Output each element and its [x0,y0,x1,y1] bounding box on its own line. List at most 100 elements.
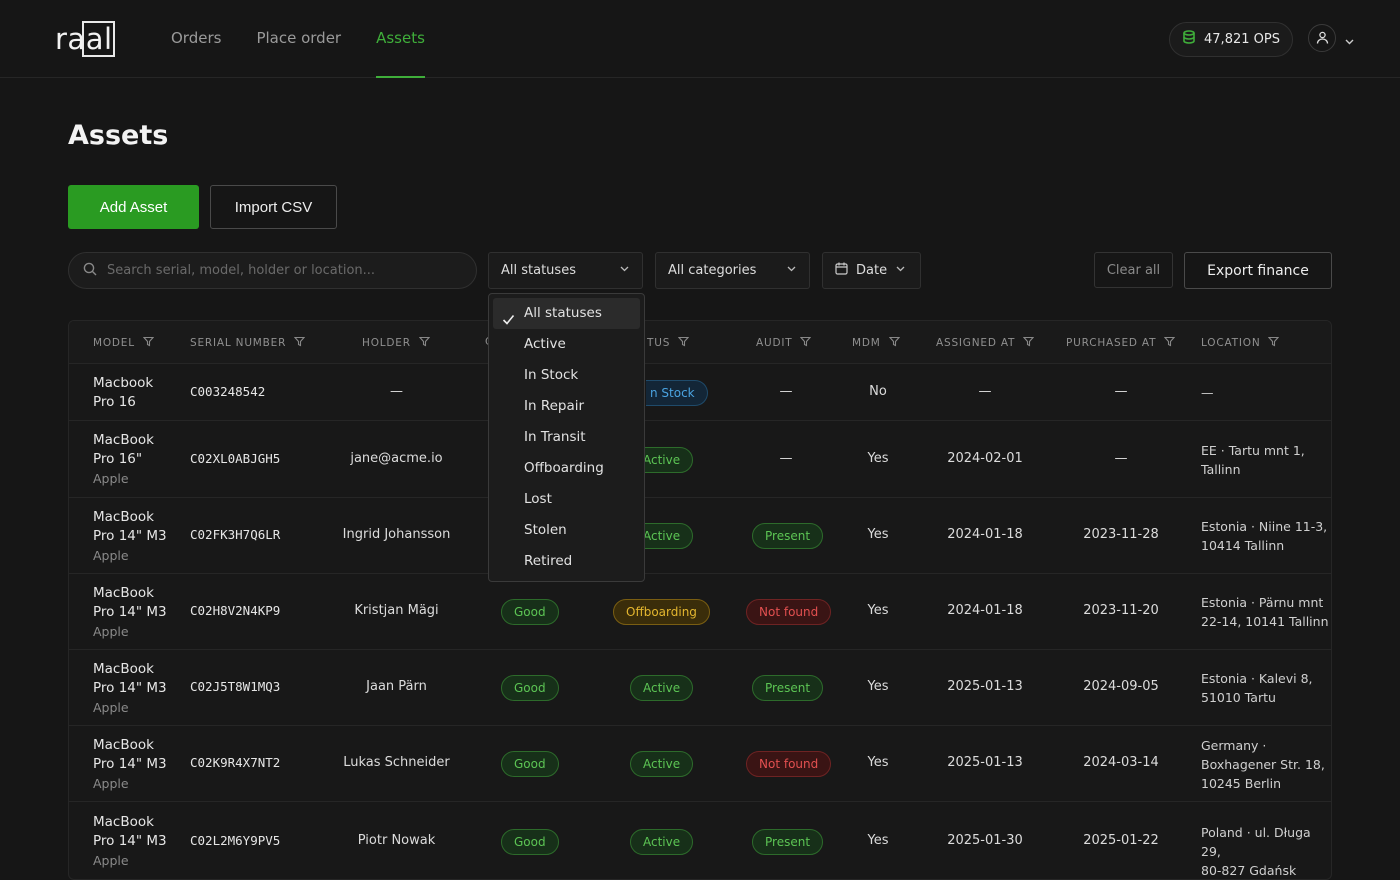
status-option-retired[interactable]: Retired [493,546,640,577]
column-header-label: MDM [852,337,881,349]
filter-icon[interactable] [800,336,812,350]
purchased-at-cell: 2024-09-05 [1083,679,1159,694]
mdm-cell: No [869,383,887,399]
table-row[interactable]: MacBook Pro 16" Apple C02XL0ABJGH5 jane@acme… [69,421,1331,498]
holder-cell: jane@acme.io [350,450,443,466]
model-name-line: MacBook [93,814,154,830]
model-cell: Macbook Pro 16 [93,374,153,412]
filter-icon[interactable] [293,336,306,350]
assigned-at-cell: 2025-01-13 [947,679,1023,694]
brand-label: Apple [93,775,129,791]
assigned-at-cell: — [978,383,992,399]
audit-cell: — [779,383,793,399]
assigned-at-cell: 2024-02-01 [947,450,1023,466]
location-line: Estonia · Pärnu mnt [1201,595,1324,610]
model-name-line: MacBook [93,584,154,601]
status-option-in-stock[interactable]: In Stock [493,360,640,391]
filter-icon[interactable] [677,336,690,350]
filter-icon[interactable] [1023,336,1035,350]
nav-orders[interactable]: Orders [171,0,221,78]
user-icon [1316,29,1329,48]
status-option-in-transit[interactable]: In Transit [493,422,640,453]
location-line: Estonia · Niine 11-3, [1201,519,1328,534]
status-badge: Active [630,828,694,855]
status-badge: Active [630,675,694,701]
model-name-line: Pro 16" [93,451,143,467]
column-header-purchased-at[interactable]: PURCHASED AT [1066,336,1176,350]
nav-assets[interactable]: Assets [376,0,425,78]
user-avatar-button[interactable] [1308,24,1336,52]
table-row[interactable]: MacBook Pro 14" M3 Apple C02FK3H7Q6LR Ingrid… [69,498,1331,574]
filter-icon[interactable] [1164,336,1176,350]
table-row[interactable]: MacBook Pro 14" M3 Apple C02K9R4X7NT2 Lukas … [69,726,1331,802]
column-header-holder[interactable]: HOLDER [362,336,431,350]
search-icon [83,261,97,280]
column-header-model[interactable]: MODEL [93,336,155,350]
nav-place-order[interactable]: Place order [256,0,341,78]
table-row[interactable]: MacBook Pro 14" M3 Apple C02J5T8W1MQ3 Jaan P… [69,650,1331,726]
model-name-line: MacBook [93,432,154,448]
model-name-line: Pro 14" M3 [93,755,167,772]
export-finance-button[interactable]: Export finance [1184,252,1332,289]
table-row[interactable]: MacBook Pro 14" M3 Apple C02H8V2N4KP9 Kristj… [69,574,1331,650]
column-header-serial[interactable]: SERIAL NUMBER [190,336,306,350]
location-line: EE · Tartu mnt 1, [1201,442,1305,458]
model-cell: MacBook Pro 14" M3 Apple [93,736,167,793]
status-option-lost[interactable]: Lost [493,484,640,515]
status-option-stolen[interactable]: Stolen [493,515,640,546]
ops-balance-pill[interactable]: 47,821 OPS [1169,22,1293,57]
location-line: Boxhagener Str. 18, [1201,756,1325,772]
location-cell: — [1201,383,1329,402]
import-csv-button[interactable]: Import CSV [210,185,337,229]
status-option-offboarding[interactable]: Offboarding [493,453,640,484]
status-option-all[interactable]: All statuses [493,298,640,329]
column-header-label: AUDIT [756,337,793,349]
status-filter-select[interactable]: All statuses [488,252,643,289]
app-logo[interactable]: raal [55,21,115,57]
column-header-status[interactable]: TUS [647,336,690,350]
coins-icon [1182,30,1196,49]
column-header-label: MODEL [93,337,135,349]
column-header-label: LOCATION [1201,337,1261,349]
column-header-assigned-at[interactable]: ASSIGNED AT [936,336,1035,350]
table-row[interactable]: MacBook Pro 14" M3 Apple C02L2M6Y9PV5 Piotr … [69,802,1331,879]
ops-balance-value: 47,821 OPS [1204,32,1280,47]
filter-icon[interactable] [418,336,431,350]
brand-label: Apple [93,547,129,563]
serial-number: C02K9R4X7NT2 [190,755,281,770]
status-badge: n Stock [646,379,708,406]
column-header-location[interactable]: LOCATION [1201,336,1280,350]
column-header-label: TUS [647,337,671,349]
date-filter-button[interactable]: Date [822,252,921,289]
status-dropdown-menu: All statuses Active In Stock In Repair I… [488,293,645,582]
chevron-down-icon [786,263,797,278]
filter-icon[interactable] [142,336,155,350]
column-header-audit[interactable]: AUDIT [756,336,812,350]
model-name-line: Macbook [93,374,154,391]
chevron-down-icon [895,263,906,278]
assigned-at-cell: 2024-01-18 [947,527,1023,542]
holder-cell: Piotr Nowak [357,832,436,848]
mdm-cell: Yes [867,603,889,618]
search-box[interactable] [68,252,477,289]
status-option-label: All statuses [524,305,602,321]
location-cell: EE · Tartu mnt 1, Tallinn [1201,441,1329,479]
search-input[interactable] [107,263,447,278]
audit-badge: Present [752,523,824,549]
column-header-mdm[interactable]: MDM [852,336,900,350]
table-row[interactable]: Macbook Pro 16 C003248542 — n Stock — No — — — [69,364,1331,421]
filter-icon[interactable] [888,336,900,350]
add-asset-button[interactable]: Add Asset [68,185,199,229]
model-name-line: Pro 14" M3 [93,603,167,620]
category-filter-select[interactable]: All categories [655,252,810,289]
brand-label: Apple [93,699,129,715]
model-cell: MacBook Pro 14" M3 Apple [93,508,167,565]
status-option-in-repair[interactable]: In Repair [493,391,640,422]
column-header-label: HOLDER [362,337,411,349]
chevron-down-icon[interactable] [1344,32,1355,51]
location-line: 51010 Tartu [1201,690,1276,705]
serial-number: C02FK3H7Q6LR [190,527,281,542]
filter-icon[interactable] [1268,336,1280,350]
status-option-active[interactable]: Active [493,329,640,360]
clear-all-button[interactable]: Clear all [1094,252,1173,288]
